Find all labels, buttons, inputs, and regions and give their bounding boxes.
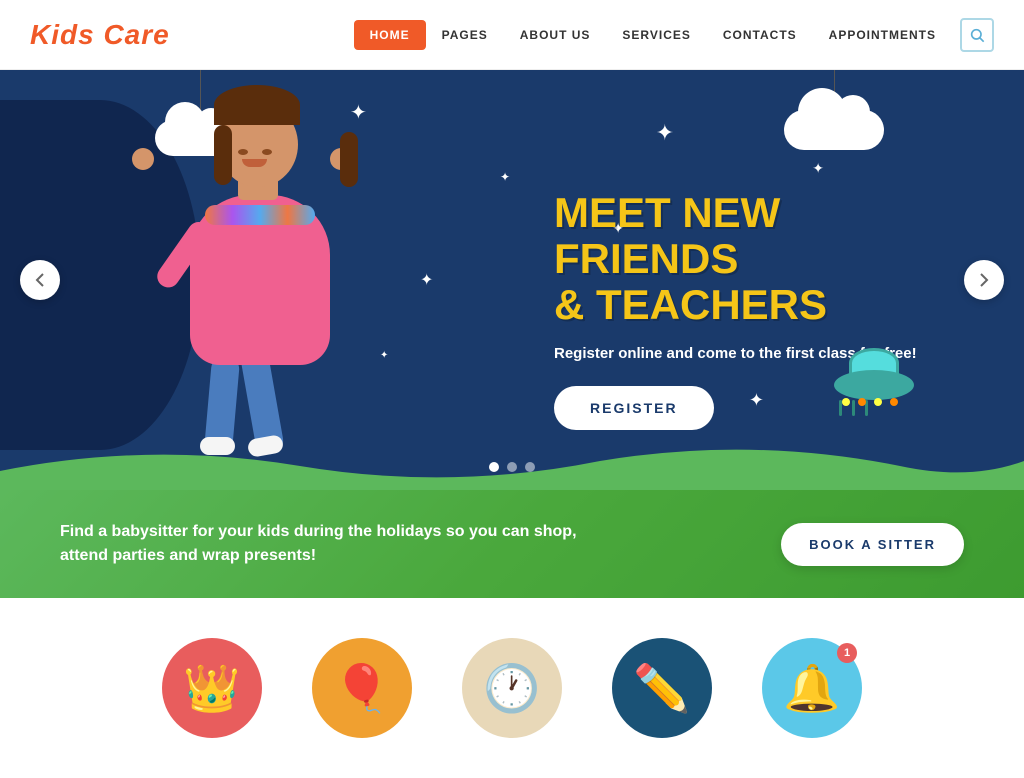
icon-crown[interactable]: 👑 <box>162 638 262 738</box>
header: Kids Care HOME PAGES ABOUT US SERVICES C… <box>0 0 1024 70</box>
bell-icon: 🔔 <box>783 665 840 711</box>
icons-section: 👑 🎈 🕐 ✏️ 🔔 1 <box>0 598 1024 778</box>
nav-about[interactable]: ABOUT US <box>504 20 607 50</box>
hero-dot-2[interactable] <box>507 462 517 472</box>
green-band-section: Find a babysitter for your kids during t… <box>0 490 1024 598</box>
search-button[interactable] <box>960 18 994 52</box>
nav-contacts[interactable]: CONTACTS <box>707 20 813 50</box>
star-7: ✦ <box>500 170 510 184</box>
hero-prev-button[interactable] <box>20 260 60 300</box>
icon-bell[interactable]: 🔔 1 <box>762 638 862 738</box>
bell-badge: 1 <box>837 643 857 663</box>
hero-section: ✦ ✦ ✦ ✦ ✦ ✦ ✦ ✦ ✦ ✦ <box>0 70 1024 490</box>
icon-balloon[interactable]: 🎈 <box>312 638 412 738</box>
balloon-icon: 🎈 <box>333 665 390 711</box>
nav-appointments[interactable]: APPOINTMENTS <box>813 20 952 50</box>
ufo-decoration <box>824 350 924 420</box>
book-sitter-button[interactable]: BOOK A SITTER <box>781 523 964 566</box>
main-nav: HOME PAGES ABOUT US SERVICES CONTACTS AP… <box>354 18 994 52</box>
green-band-text: Find a babysitter for your kids during t… <box>60 520 610 568</box>
crown-icon: 👑 <box>183 665 240 711</box>
hero-next-button[interactable] <box>964 260 1004 300</box>
clock-icon: 🕐 <box>483 665 540 711</box>
hero-dots <box>489 462 535 472</box>
register-button[interactable]: REGISTER <box>554 386 714 430</box>
cloud-hang-right <box>784 70 884 150</box>
hero-child-image <box>100 75 440 455</box>
nav-pages[interactable]: PAGES <box>426 20 504 50</box>
nav-services[interactable]: SERVICES <box>606 20 706 50</box>
hero-dot-3[interactable] <box>525 462 535 472</box>
hero-title: MEET NEW FRIENDS & TEACHERS <box>554 190 934 329</box>
hero-dot-1[interactable] <box>489 462 499 472</box>
hero-wave <box>0 431 1024 490</box>
pencil-icon: ✏️ <box>633 665 690 711</box>
site-logo[interactable]: Kids Care <box>30 19 170 51</box>
star-9: ✦ <box>812 160 824 177</box>
icon-pencil[interactable]: ✏️ <box>612 638 712 738</box>
icon-clock[interactable]: 🕐 <box>462 638 562 738</box>
star-3: ✦ <box>656 120 674 146</box>
nav-home[interactable]: HOME <box>354 20 426 50</box>
